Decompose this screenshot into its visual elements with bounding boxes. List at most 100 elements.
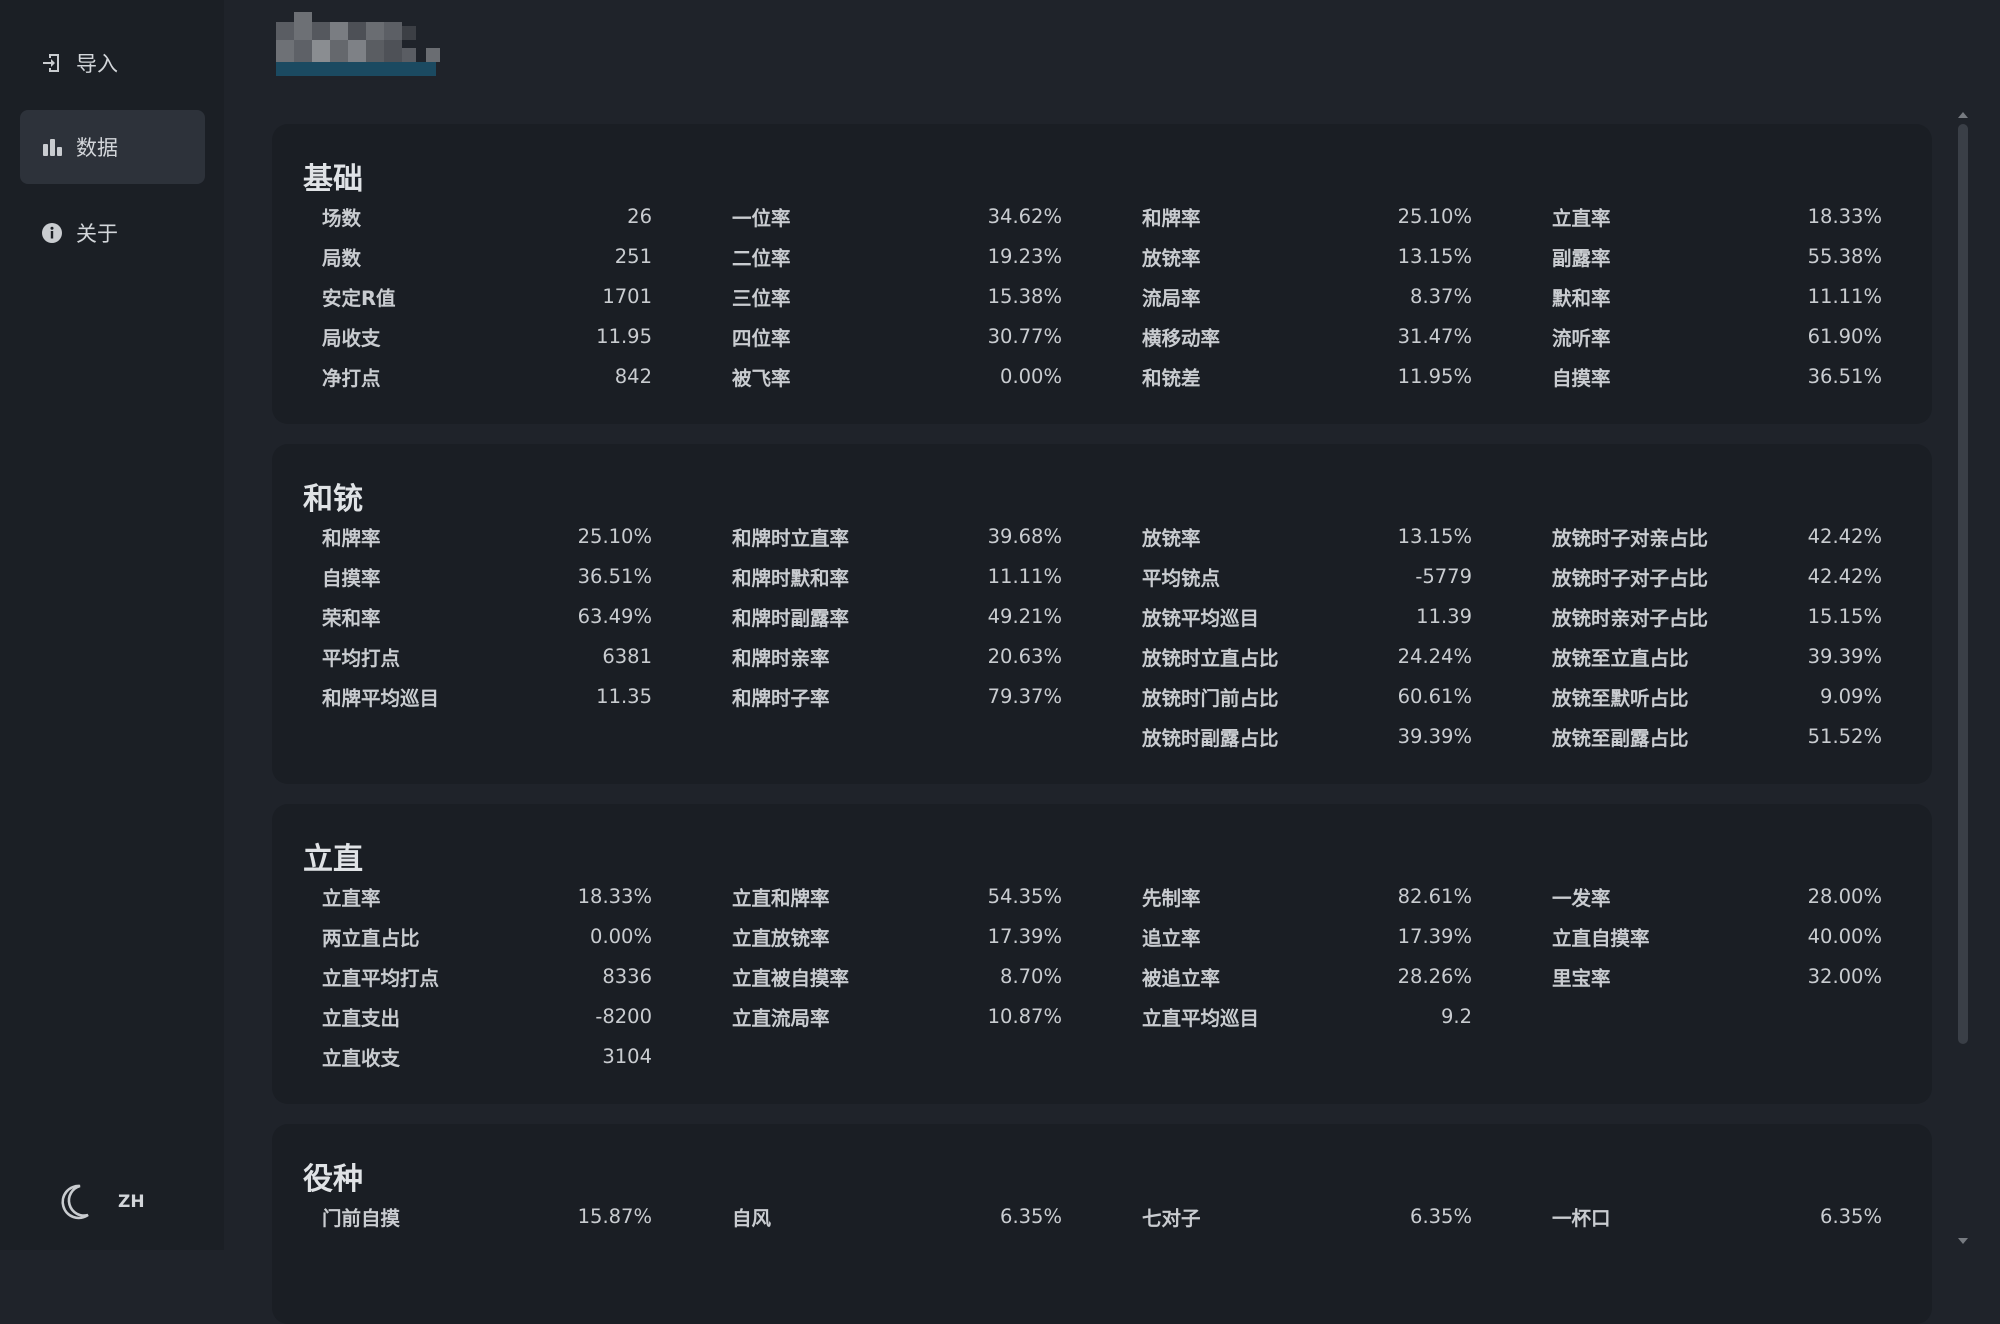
stat-label: 放铳至副露占比 [1552,726,1689,750]
moon-icon[interactable] [58,1183,92,1221]
stat-label: 默和率 [1552,286,1611,310]
import-icon [40,51,64,75]
stat-label: 和牌平均巡目 [322,686,440,710]
stat-value: 82.61% [1397,884,1472,908]
stat-label: 立直放铳率 [732,926,830,950]
stat-value: 39.39% [1807,644,1882,668]
stat-value: 11.95% [1397,364,1472,388]
stat-row: 放铳时立直占比 24.24% [1142,636,1472,676]
bar-chart-icon [40,135,64,159]
nav-item-about[interactable]: 关于 [20,196,205,270]
stats-section: 立直 立直率 18.33% 两立直占比 0.00% 立直平均打点 8336 立直支出 -8200… [272,804,1932,1104]
stat-row: 一发率 28.00% [1552,876,1882,916]
stat-row: 平均铳点 -5779 [1142,556,1472,596]
stat-row: 和牌时默和率 11.11% [732,556,1062,596]
stat-row: 一位率 34.62% [732,196,1062,236]
stat-value: 251 [614,244,652,268]
stat-value: 18.33% [577,884,652,908]
stat-value: 8336 [602,964,652,988]
scroll-down-icon[interactable] [1956,1234,1970,1248]
stat-value: 6381 [602,644,652,668]
stat-row: 自风 6.35% [732,1196,1062,1236]
stat-value: 39.68% [987,524,1062,548]
stat-label: 和牌率 [322,526,381,550]
stat-value: 19.23% [987,244,1062,268]
stat-row: 放铳时亲对子占比 15.15% [1552,596,1882,636]
stat-label: 立直流局率 [732,1006,830,1030]
redacted-title [276,12,440,76]
stat-label: 放铳时子对子占比 [1552,566,1709,590]
stat-row: 一杯口 6.35% [1552,1196,1882,1236]
section-title: 立直 [303,842,363,877]
stat-value: -5779 [1415,564,1472,588]
stat-value: 0.00% [590,924,652,948]
stat-label: 和牌率 [1142,206,1201,230]
stat-row: 放铳率 13.15% [1142,236,1472,276]
stat-value: 36.51% [577,564,652,588]
stat-row: 两立直占比 0.00% [322,916,652,956]
stat-value: 31.47% [1397,324,1472,348]
stat-label: 二位率 [732,246,791,270]
stat-value: 25.10% [1397,204,1472,228]
stat-value: 51.52% [1807,724,1882,748]
stat-value: 11.11% [1807,284,1882,308]
stat-label: 副露率 [1552,246,1611,270]
stat-value: 10.87% [987,1004,1062,1028]
language-toggle[interactable]: ZH [118,1192,145,1212]
stat-label: 追立率 [1142,926,1201,950]
stat-row: 立直放铳率 17.39% [732,916,1062,956]
scroll-up-icon[interactable] [1956,108,1970,122]
stat-label: 立直和牌率 [732,886,830,910]
stat-value: 6.35% [1000,1204,1062,1228]
stat-label: 平均铳点 [1142,566,1221,590]
info-icon [40,221,64,245]
stat-row: 被飞率 0.00% [732,356,1062,396]
section-title: 役种 [303,1162,363,1197]
stat-label: 和铳差 [1142,366,1201,390]
nav-item-import[interactable]: 导入 [20,26,205,100]
stat-row: 立直和牌率 54.35% [732,876,1062,916]
stat-row: 放铳时子对亲占比 42.42% [1552,516,1882,556]
stat-value: 25.10% [577,524,652,548]
scrollbar[interactable] [1956,104,1970,1250]
stat-label: 放铳率 [1142,246,1201,270]
stat-value: 20.63% [987,644,1062,668]
stat-label: 被追立率 [1142,966,1221,990]
stat-row: 场数 26 [322,196,652,236]
stat-label: 放铳时副露占比 [1142,726,1279,750]
stat-value: 17.39% [987,924,1062,948]
scroll-thumb[interactable] [1958,124,1968,1044]
stat-label: 和牌时默和率 [732,566,850,590]
stats-section: 基础 场数 26 局数 251 安定R值 1701 局收支 11.95 净打点 842 一位率 34.6… [272,124,1932,424]
stat-row: 立直支出 -8200 [322,996,652,1036]
stat-label: 立直平均巡目 [1142,1006,1260,1030]
stat-row: 放铳至立直占比 39.39% [1552,636,1882,676]
stat-label: 立直率 [322,886,381,910]
stat-label: 局数 [322,246,362,270]
stat-label: 立直支出 [322,1006,401,1030]
section-title: 基础 [303,162,363,197]
stat-value: 8.37% [1410,284,1472,308]
stat-label: 放铳至立直占比 [1552,646,1689,670]
stat-label: 流听率 [1552,326,1611,350]
stat-label: 放铳时子对亲占比 [1552,526,1709,550]
stat-value: 54.35% [987,884,1062,908]
nav-item-data[interactable]: 数据 [20,110,205,184]
stat-value: 28.00% [1807,884,1882,908]
stat-label: 和牌时立直率 [732,526,850,550]
stat-label: 放铳平均巡目 [1142,606,1260,630]
stat-label: 放铳时门前占比 [1142,686,1279,710]
stat-label: 放铳至默听占比 [1552,686,1689,710]
stat-label: 放铳时亲对子占比 [1552,606,1709,630]
stat-value: 13.15% [1397,244,1472,268]
stat-label: 一位率 [732,206,791,230]
stat-row: 和牌时子率 79.37% [732,676,1062,716]
stat-value: 26 [627,204,652,228]
stat-row: 自摸率 36.51% [322,556,652,596]
stat-row: 立直平均巡目 9.2 [1142,996,1472,1036]
stat-value: 42.42% [1807,564,1882,588]
stat-label: 平均打点 [322,646,401,670]
stat-value: 34.62% [987,204,1062,228]
stat-row: 放铳平均巡目 11.39 [1142,596,1472,636]
stat-row: 放铳时副露占比 39.39% [1142,716,1472,756]
